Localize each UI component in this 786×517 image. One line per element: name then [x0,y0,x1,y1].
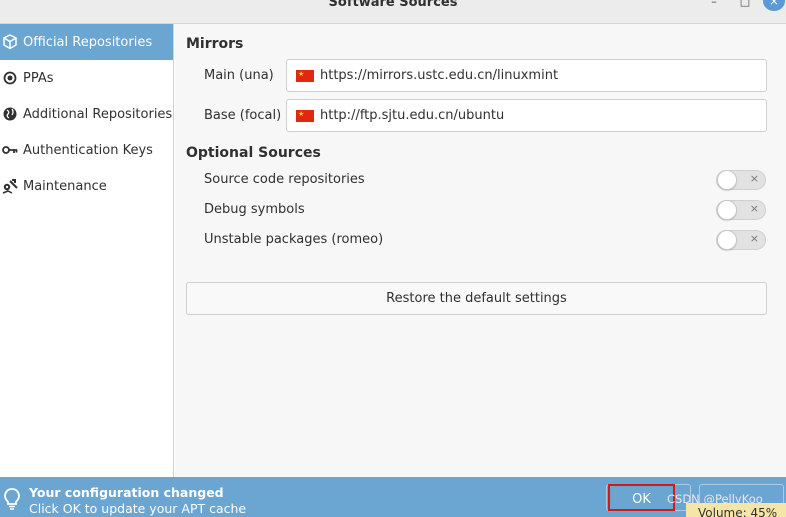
info-message: Click OK to update your APT cache [29,501,247,516]
tools-icon [2,178,18,194]
main-mirror-button[interactable]: https://mirrors.ustc.edu.cn/linuxmint [286,59,767,92]
debug-symbols-toggle[interactable]: × [716,200,766,220]
toggle-knob [717,230,737,250]
sidebar-item-authentication-keys[interactable]: Authentication Keys [0,132,173,168]
china-flag-icon [296,69,314,82]
china-flag-icon [296,109,314,122]
key-icon [2,142,18,158]
package-icon [2,34,18,50]
toggle-off-icon: × [749,172,759,185]
info-title: Your configuration changed [29,485,224,500]
unstable-packages-toggle[interactable]: × [716,230,766,250]
radio-target-icon [2,70,18,86]
sidebar-item-label: PPAs [23,70,54,86]
main-mirror-label: Main (una) [204,68,274,83]
base-mirror-url: http://ftp.sjtu.edu.cn/ubuntu [320,108,505,123]
sidebar-item-official-repositories[interactable]: Official Repositories [0,24,173,60]
sidebar-item-label: Official Repositories [23,34,153,50]
minimize-button[interactable]: – [706,0,722,8]
source-code-toggle[interactable]: × [716,170,766,190]
optional-sources-heading: Optional Sources [186,145,321,161]
sidebar-item-additional-repositories[interactable]: Additional Repositories [0,96,173,132]
base-mirror-label: Base (focal) [204,108,282,123]
main-mirror-url: https://mirrors.ustc.edu.cn/linuxmint [320,68,559,83]
sidebar: Official Repositories PPAs Additional Re… [0,24,174,477]
window-titlebar: Software Sources – □ × [0,0,786,24]
toggle-off-icon: × [749,202,759,215]
mirrors-heading: Mirrors [186,36,244,52]
sidebar-item-label: Additional Repositories [23,106,173,122]
sidebar-item-ppas[interactable]: PPAs [0,60,173,96]
base-mirror-button[interactable]: http://ftp.sjtu.edu.cn/ubuntu [286,99,767,132]
main-panel: Mirrors Main (una) https://mirrors.ustc.… [175,24,786,477]
lightbulb-icon [3,488,21,510]
restore-defaults-button[interactable]: Restore the default settings [186,282,767,315]
globe-icon [2,106,18,122]
debug-symbols-label: Debug symbols [204,202,305,217]
maximize-button[interactable]: □ [737,0,753,8]
toggle-off-icon: × [749,232,759,245]
source-code-label: Source code repositories [204,172,365,187]
sidebar-item-label: Authentication Keys [23,142,153,158]
sidebar-item-label: Maintenance [23,178,107,194]
sidebar-item-maintenance[interactable]: Maintenance [0,168,173,204]
window-title: Software Sources [328,0,458,10]
volume-osd: Volume: 45% [686,503,786,517]
toggle-knob [717,200,737,220]
toggle-knob [717,170,737,190]
ok-button[interactable]: OK [608,484,675,511]
unstable-packages-label: Unstable packages (romeo) [204,232,384,247]
